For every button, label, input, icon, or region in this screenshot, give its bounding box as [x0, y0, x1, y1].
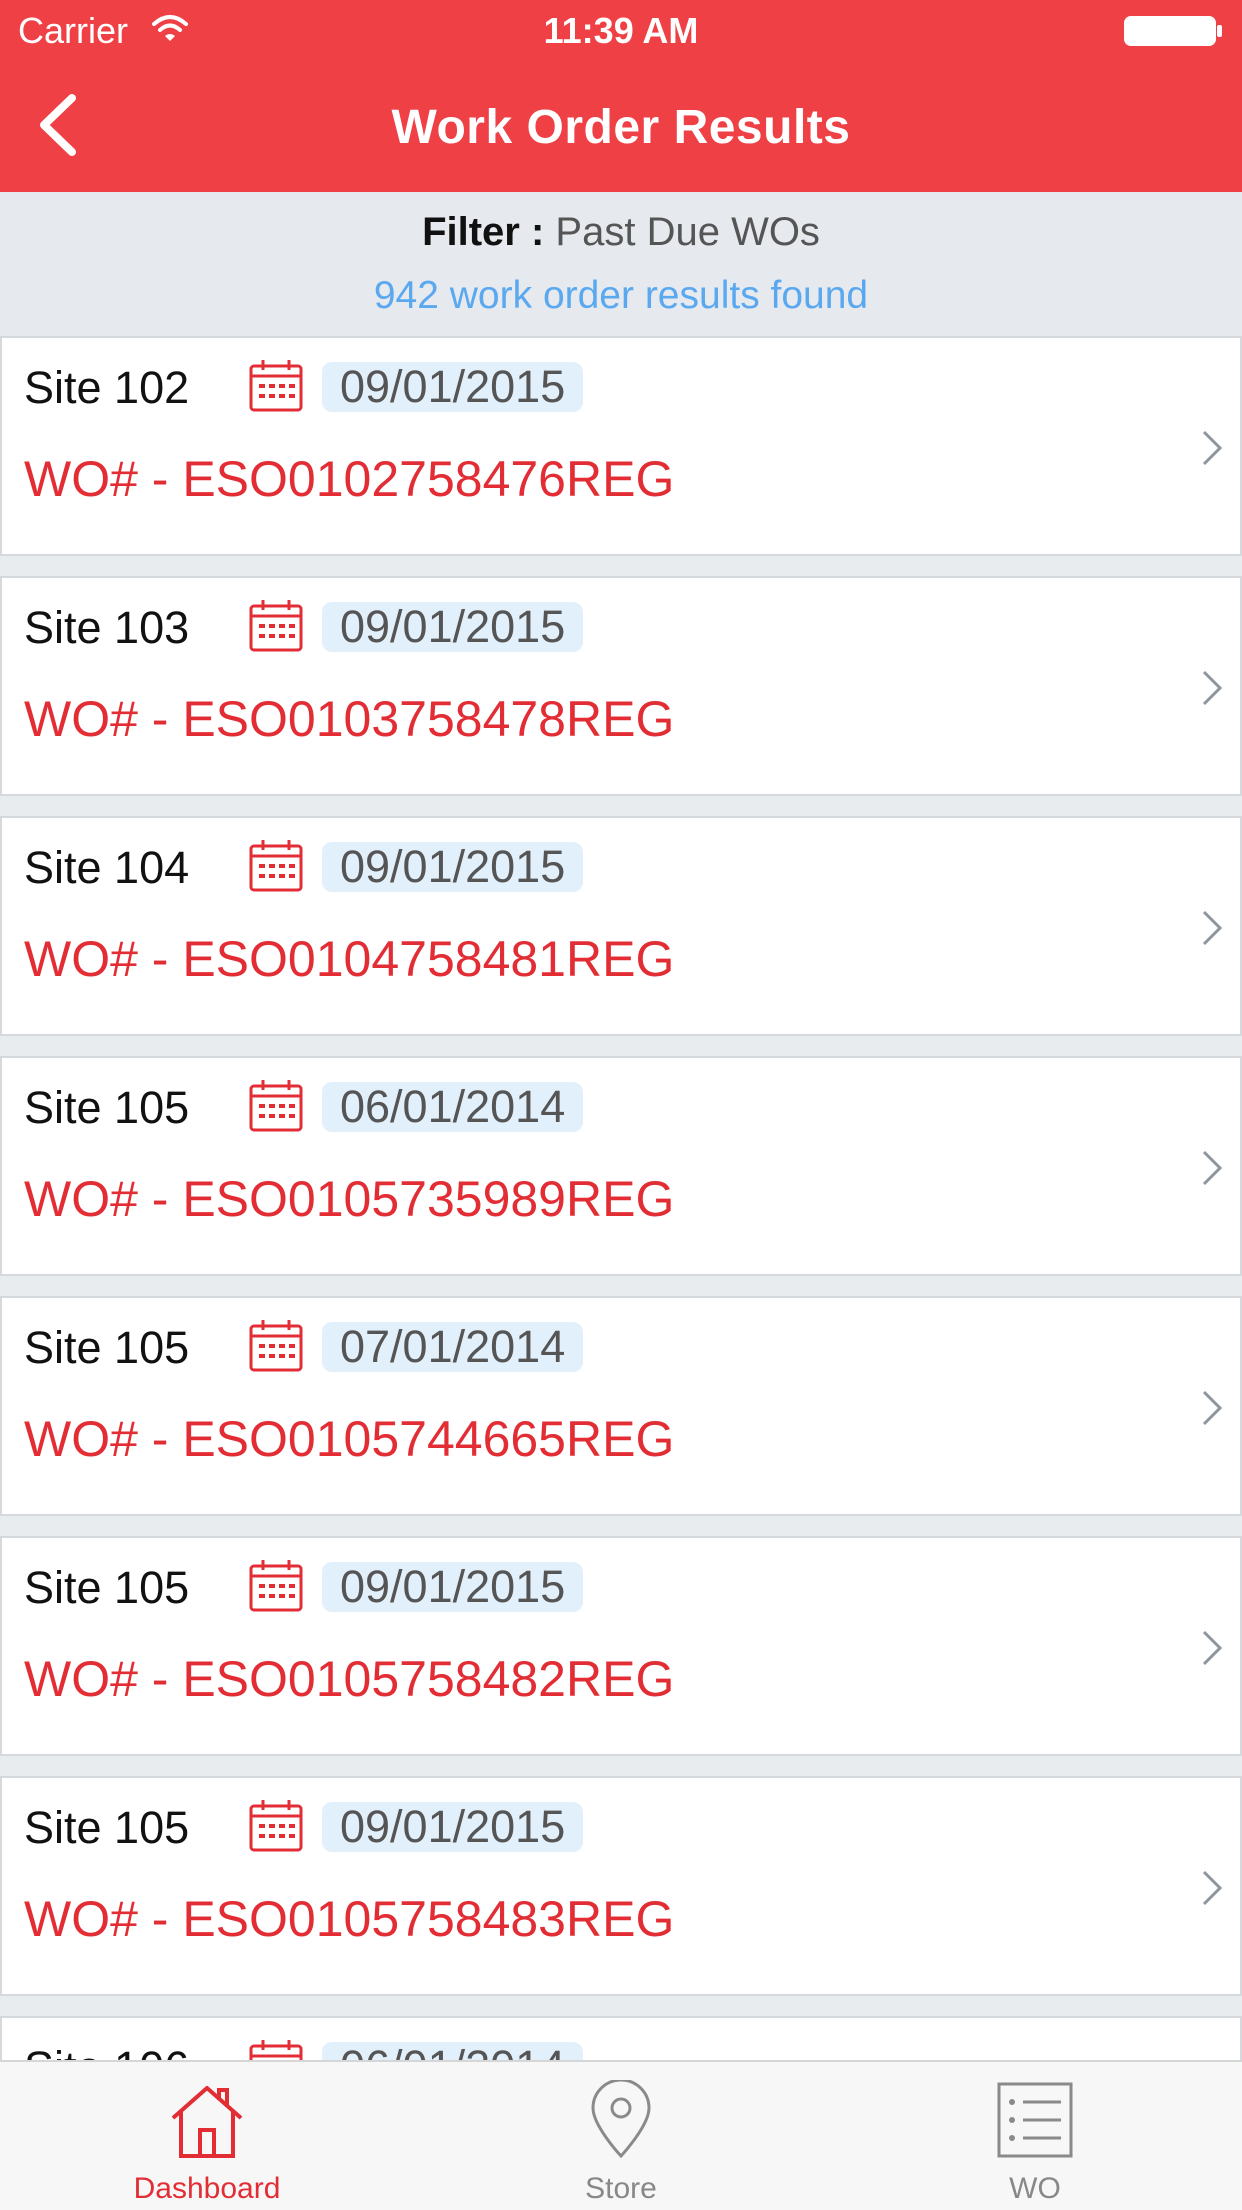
chevron-right-icon [1200, 1148, 1224, 1193]
date-badge: 06/01/2014 [322, 1082, 584, 1132]
chevron-right-icon [1200, 908, 1224, 953]
list-item[interactable]: Site 105 09/01/2015 WO# - ESO0105758483R… [0, 1776, 1242, 1996]
list-item[interactable]: Site 104 09/01/2015 WO# - ESO0104758481R… [0, 816, 1242, 1036]
home-icon [167, 2080, 247, 2160]
list-item[interactable]: Site 105 09/01/2015 WO# - ESO0105758482R… [0, 1536, 1242, 1756]
tab-label: Store [585, 2172, 657, 2205]
date-badge: 09/01/2015 [322, 842, 584, 892]
calendar-icon [248, 1558, 304, 1619]
status-time: 11:39 AM [543, 10, 699, 51]
list-item[interactable]: Site 106 06/01/2014 [0, 2016, 1242, 2060]
calendar-icon [248, 2038, 304, 2060]
tab-label: WO [1009, 2172, 1061, 2205]
header-bar: Carrier 11:39 AM Work Order Results [0, 0, 1242, 192]
battery-icon [1124, 16, 1224, 46]
filter-line: Filter : Past Due WOs [0, 210, 1242, 255]
list-item[interactable]: Site 105 07/01/2014 WO# - ESO0105744665R… [0, 1296, 1242, 1516]
work-order-list[interactable]: Site 102 09/01/2015 WO# - ESO0102758476R… [0, 336, 1242, 2060]
tab-dashboard[interactable]: Dashboard [0, 2062, 414, 2210]
work-order-number: WO# - ESO0105758482REG [24, 1651, 675, 1707]
filter-label: Filter : [422, 210, 545, 254]
tab-label: Dashboard [133, 2172, 281, 2205]
calendar-icon [248, 1798, 304, 1859]
date-badge: 07/01/2014 [322, 1322, 584, 1372]
results-count: 942 work order results found [373, 274, 869, 317]
chevron-right-icon [1200, 668, 1224, 713]
site-label: Site 102 [24, 362, 190, 413]
chevron-right-icon [1200, 428, 1224, 473]
chevron-right-icon [1200, 1388, 1224, 1433]
list-item[interactable]: Site 103 09/01/2015 WO# - ESO0103758478R… [0, 576, 1242, 796]
calendar-icon [248, 1078, 304, 1139]
date-badge: 09/01/2015 [322, 1562, 584, 1612]
filter-value: Past Due WOs [555, 210, 820, 254]
work-order-number: WO# - ESO0105735989REG [24, 1171, 675, 1227]
nav-bar: Work Order Results [0, 62, 1242, 192]
date-badge: 06/01/2014 [322, 2042, 584, 2060]
tab-bar: Dashboard Store WO [0, 2060, 1242, 2210]
chevron-right-icon [1200, 1628, 1224, 1673]
work-order-number: WO# - ESO0104758481REG [24, 931, 675, 987]
date-badge: 09/01/2015 [322, 602, 584, 652]
calendar-icon [248, 358, 304, 419]
calendar-icon [248, 598, 304, 659]
date-badge: 09/01/2015 [322, 1802, 584, 1852]
site-label: Site 105 [24, 1802, 190, 1853]
site-label: Site 103 [24, 602, 190, 653]
site-label: Site 104 [24, 842, 190, 893]
list-icon [995, 2080, 1075, 2160]
date-badge: 09/01/2015 [322, 362, 584, 412]
site-label: Site 105 [24, 1562, 190, 1613]
tab-store[interactable]: Store [414, 2062, 828, 2210]
chevron-right-icon [1200, 1868, 1224, 1913]
list-item[interactable]: Site 105 06/01/2014 WO# - ESO0105735989R… [0, 1056, 1242, 1276]
site-label: Site 105 [24, 1082, 190, 1133]
work-order-number: WO# - ESO0105744665REG [24, 1411, 675, 1467]
work-order-number: WO# - ESO0103758478REG [24, 691, 675, 747]
tab-wo[interactable]: WO [828, 2062, 1242, 2210]
site-label: Site 106 [24, 2042, 189, 2060]
work-order-number: WO# - ESO0105758483REG [24, 1891, 675, 1947]
status-bar: Carrier 11:39 AM [0, 0, 1242, 62]
work-order-number: WO# - ESO0102758476REG [24, 451, 675, 507]
page-title: Work Order Results [391, 101, 851, 154]
location-pin-icon [581, 2078, 661, 2160]
site-label: Site 105 [24, 1322, 190, 1373]
calendar-icon [248, 838, 304, 899]
list-item[interactable]: Site 102 09/01/2015 WO# - ESO0102758476R… [0, 336, 1242, 556]
calendar-icon [248, 1318, 304, 1379]
filter-summary: Filter : Past Due WOs 942 work order res… [0, 192, 1242, 338]
